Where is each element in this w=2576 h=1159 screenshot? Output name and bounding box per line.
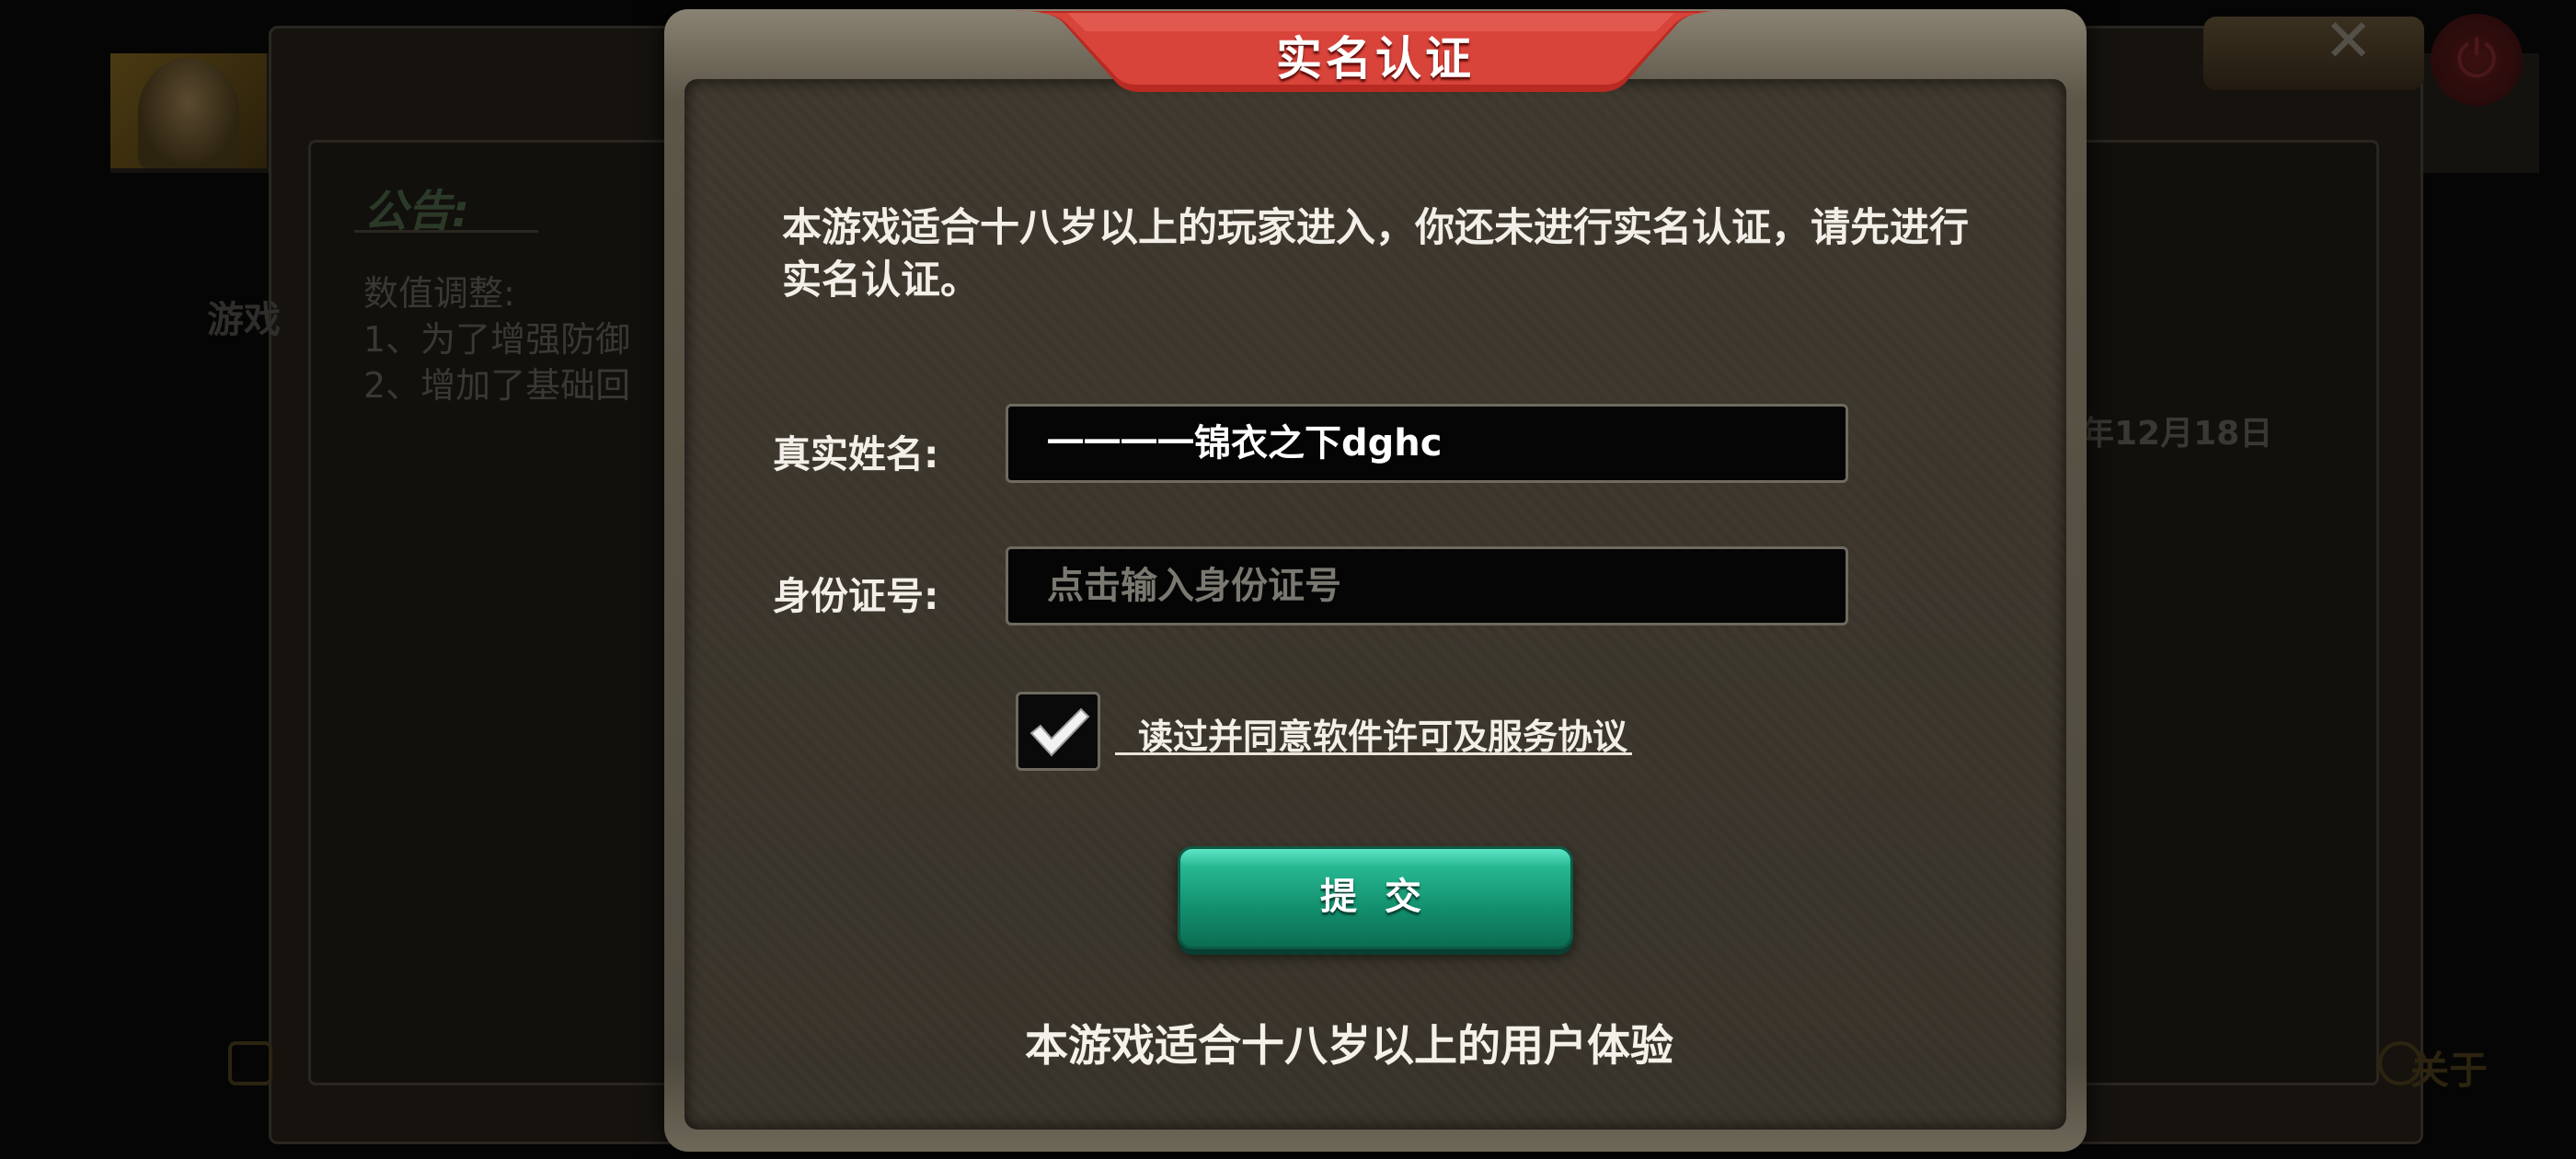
notice-date: 年12月18日	[2081, 415, 2273, 453]
real-name-input[interactable]: 一一一一锦衣之下dghc	[1006, 404, 1848, 483]
dialog-title: 实名认证	[1276, 32, 1475, 86]
agreement-link[interactable]: 读过并同意软件许可及服务协议	[1138, 708, 1627, 759]
age-notice: 本游戏适合十八岁以上的用户体验	[1025, 1021, 1673, 1072]
checkmark-icon	[1029, 707, 1090, 757]
notice-heading-underline	[354, 230, 538, 233]
name-label: 真实姓名:	[773, 432, 939, 476]
close-tab	[2203, 17, 2424, 90]
close-icon: ✕	[2323, 7, 2374, 75]
notice-line: 数值调整:	[363, 273, 515, 314]
notice-line: 2、增加了基础回	[363, 365, 631, 406]
agreement-underline	[1115, 752, 1632, 755]
avatar	[110, 53, 267, 168]
side-tab: 游戏	[207, 299, 281, 341]
id-label: 身份证号:	[773, 574, 939, 618]
submit-button[interactable]: 提交	[1178, 846, 1573, 949]
left-icon	[228, 1041, 272, 1085]
id-number-input[interactable]: 点击输入身份证号	[1006, 546, 1848, 625]
intro-message: 本游戏适合十八岁以上的玩家进入，你还未进行实名认证，请先进行实名认证。	[782, 205, 1969, 304]
real-name-value: 一一一一锦衣之下dghc	[1047, 422, 1443, 465]
agreement-checkbox[interactable]	[1016, 692, 1100, 771]
notice-line: 1、为了增强防御	[363, 319, 631, 360]
power-icon: ⏻	[2455, 29, 2498, 89]
avatar-image	[138, 58, 239, 168]
about-button-label: 关于	[2410, 1048, 2489, 1093]
id-number-placeholder: 点击输入身份证号	[1047, 565, 1341, 607]
